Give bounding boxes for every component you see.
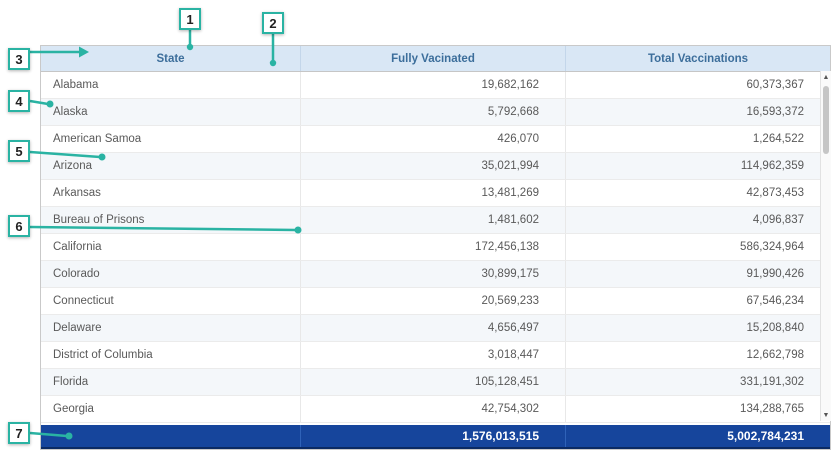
table-row[interactable]: Connecticut 20,569,233 67,546,234 <box>41 288 830 315</box>
fully-vaccinated-cell: 105,128,451 <box>301 369 566 395</box>
total-vaccinations-cell: 1,264,522 <box>566 126 830 152</box>
state-cell: Alabama <box>41 72 301 98</box>
fully-vaccinated-cell: 20,569,233 <box>301 288 566 314</box>
table-row[interactable]: Alabama 19,682,162 60,373,367 <box>41 72 830 99</box>
table-row[interactable]: American Samoa 426,070 1,264,522 <box>41 126 830 153</box>
totals-fully-vaccinated: 1,576,013,515 <box>301 425 566 447</box>
totals-total-vaccinations: 5,002,784,231 <box>566 425 830 447</box>
fully-vaccinated-cell: 5,792,668 <box>301 99 566 125</box>
column-header-state[interactable]: State <box>41 46 301 71</box>
total-vaccinations-cell: 134,288,765 <box>566 396 830 422</box>
table-row[interactable]: California 172,456,138 586,324,964 <box>41 234 830 261</box>
annotation-callout-1: 1 <box>179 8 201 30</box>
state-cell: California <box>41 234 301 260</box>
table-row[interactable]: Delaware 4,656,497 15,208,840 <box>41 315 830 342</box>
annotation-callout-7: 7 <box>8 422 30 444</box>
total-vaccinations-cell: 42,873,453 <box>566 180 830 206</box>
table-body: Alabama 19,682,162 60,373,367 Alaska 5,7… <box>41 72 830 423</box>
table-row[interactable]: Arkansas 13,481,269 42,873,453 <box>41 180 830 207</box>
state-cell: Alaska <box>41 99 301 125</box>
total-vaccinations-cell: 16,593,372 <box>566 99 830 125</box>
total-vaccinations-cell: 12,662,798 <box>566 342 830 368</box>
total-vaccinations-cell: 15,208,840 <box>566 315 830 341</box>
state-cell: Georgia <box>41 396 301 422</box>
fully-vaccinated-cell: 42,754,302 <box>301 396 566 422</box>
table-row[interactable]: Bureau of Prisons 1,481,602 4,096,837 <box>41 207 830 234</box>
state-cell: District of Columbia <box>41 342 301 368</box>
state-cell: American Samoa <box>41 126 301 152</box>
total-vaccinations-cell: 586,324,964 <box>566 234 830 260</box>
table-row[interactable]: District of Columbia 3,018,447 12,662,79… <box>41 342 830 369</box>
state-cell: Bureau of Prisons <box>41 207 301 233</box>
vertical-scrollbar[interactable]: ▲ ▼ <box>820 71 831 421</box>
total-vaccinations-cell: 4,096,837 <box>566 207 830 233</box>
annotation-callout-4: 4 <box>8 90 30 112</box>
table-row[interactable]: Arizona 35,021,994 114,962,359 <box>41 153 830 180</box>
vaccination-table: State Fully Vacinated Total Vaccinations… <box>40 45 831 450</box>
column-header-fully-vaccinated[interactable]: Fully Vacinated <box>301 46 566 71</box>
state-cell: Florida <box>41 369 301 395</box>
fully-vaccinated-cell: 1,481,602 <box>301 207 566 233</box>
fully-vaccinated-cell: 426,070 <box>301 126 566 152</box>
scrollbar-up-icon[interactable]: ▲ <box>821 71 831 83</box>
table-header-row: State Fully Vacinated Total Vaccinations <box>41 46 830 72</box>
state-cell: Connecticut <box>41 288 301 314</box>
total-vaccinations-cell: 331,191,302 <box>566 369 830 395</box>
fully-vaccinated-cell: 172,456,138 <box>301 234 566 260</box>
scrollbar-thumb[interactable] <box>823 86 829 154</box>
annotation-callout-5: 5 <box>8 140 30 162</box>
table-row[interactable]: Georgia 42,754,302 134,288,765 <box>41 396 830 423</box>
state-cell: Arkansas <box>41 180 301 206</box>
table-row[interactable]: Florida 105,128,451 331,191,302 <box>41 369 830 396</box>
fully-vaccinated-cell: 4,656,497 <box>301 315 566 341</box>
fully-vaccinated-cell: 13,481,269 <box>301 180 566 206</box>
fully-vaccinated-cell: 3,018,447 <box>301 342 566 368</box>
fully-vaccinated-cell: 35,021,994 <box>301 153 566 179</box>
state-cell: Delaware <box>41 315 301 341</box>
state-cell: Arizona <box>41 153 301 179</box>
total-vaccinations-cell: 67,546,234 <box>566 288 830 314</box>
fully-vaccinated-cell: 30,899,175 <box>301 261 566 287</box>
fully-vaccinated-cell: 19,682,162 <box>301 72 566 98</box>
totals-row: 1,576,013,515 5,002,784,231 <box>41 425 830 449</box>
total-vaccinations-cell: 114,962,359 <box>566 153 830 179</box>
table-row[interactable]: Alaska 5,792,668 16,593,372 <box>41 99 830 126</box>
totals-empty-cell <box>41 425 301 447</box>
annotation-callout-3: 3 <box>8 48 30 70</box>
column-header-total-vaccinations[interactable]: Total Vaccinations <box>566 46 830 71</box>
total-vaccinations-cell: 60,373,367 <box>566 72 830 98</box>
total-vaccinations-cell: 91,990,426 <box>566 261 830 287</box>
annotation-callout-2: 2 <box>262 12 284 34</box>
annotation-callout-6: 6 <box>8 215 30 237</box>
table-row[interactable]: Colorado 30,899,175 91,990,426 <box>41 261 830 288</box>
scrollbar-down-icon[interactable]: ▼ <box>821 409 831 421</box>
state-cell: Colorado <box>41 261 301 287</box>
